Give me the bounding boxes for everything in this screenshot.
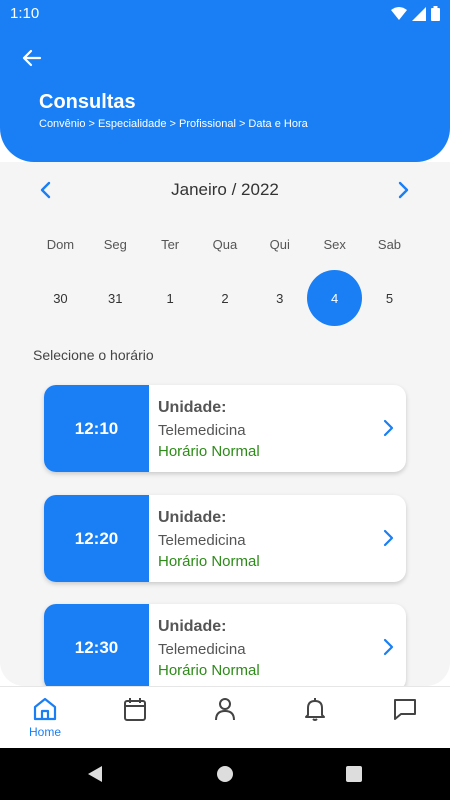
slot-unit-label: Unidade: (158, 618, 227, 635)
day-cell[interactable]: 5 (362, 270, 417, 326)
status-icons (391, 6, 440, 21)
status-time: 1:10 (10, 5, 40, 22)
slot-time: 12:10 (44, 385, 149, 472)
day-row: 30 31 1 2 3 4 5 (33, 270, 417, 326)
time-slot-card[interactable]: 12:10 Unidade: Telemedicina Horário Norm… (44, 385, 406, 472)
day-number: 2 (221, 290, 229, 306)
bell-icon (305, 698, 325, 721)
chat-icon (394, 699, 416, 720)
arrow-left-icon (22, 49, 42, 67)
day-number: 4 (307, 270, 363, 326)
home-icon (33, 697, 57, 721)
time-section-label: Selecione o horário (33, 347, 154, 363)
weekday-label: Sex (323, 237, 346, 252)
month-label: Janeiro / 2022 (171, 180, 279, 199)
slot-place: Telemedicina (158, 422, 246, 439)
slot-time: 12:30 (44, 604, 149, 686)
nav-notifications[interactable] (285, 695, 345, 723)
weekday-label: Ter (161, 237, 180, 252)
page-title: Consultas (39, 91, 136, 113)
day-number: 3 (276, 290, 284, 306)
weekday-label: Dom (46, 237, 75, 252)
nav-calendar[interactable] (105, 695, 165, 723)
day-number: 30 (53, 290, 68, 306)
day-cell[interactable]: 30 (33, 270, 88, 326)
day-cell[interactable]: 31 (88, 270, 143, 326)
slot-type: Horário Normal (158, 662, 260, 679)
slot-time: 12:20 (44, 495, 149, 582)
weekday-label: Seg (103, 237, 127, 252)
nav-home-label: Home (28, 725, 61, 739)
weekday-label: Qua (212, 237, 238, 252)
chevron-right-icon (398, 181, 409, 199)
day-cell[interactable]: 2 (198, 270, 253, 326)
status-bar: 1:10 (0, 0, 450, 28)
header: 1:10 Consultas Convênio > Especialidade … (0, 0, 450, 162)
day-number: 5 (385, 290, 394, 306)
person-icon (215, 698, 235, 721)
day-cell[interactable]: 3 (252, 270, 307, 326)
slot-type: Horário Normal (158, 443, 260, 460)
weekday-label: Sab (377, 237, 402, 252)
weekday-header: Dom Seg Ter Qua Qui Sex Sab (33, 237, 417, 252)
time-slot-card[interactable]: 12:20 Unidade: Telemedicina Horário Norm… (44, 495, 406, 582)
time-slot-card[interactable]: 12:30 Unidade: Telemedicina Horário Norm… (44, 604, 406, 686)
chevron-right-icon (383, 529, 394, 547)
slot-unit-label: Unidade: (158, 399, 227, 416)
nav-profile[interactable] (195, 695, 255, 723)
weekday-label: Qui (269, 237, 290, 252)
nav-home[interactable]: Home (15, 695, 75, 739)
day-cell[interactable]: 1 (143, 270, 198, 326)
system-navigation-bar (0, 748, 450, 800)
bottom-nav: Home (0, 686, 450, 748)
slot-place: Telemedicina (158, 532, 246, 549)
day-cell-selected[interactable]: 4 (307, 270, 363, 326)
home-circle-icon[interactable] (216, 765, 234, 783)
slot-type: Horário Normal (158, 553, 260, 570)
back-button[interactable] (18, 44, 46, 72)
back-triangle-icon[interactable] (86, 765, 104, 783)
main-content: Janeiro / 2022 Dom Seg Ter Qua Qui Sex S… (0, 162, 450, 686)
nav-messages[interactable] (375, 695, 435, 723)
slot-place: Telemedicina (158, 641, 246, 658)
chevron-right-icon (383, 638, 394, 656)
wifi-icon (391, 6, 407, 20)
slot-unit-label: Unidade: (158, 509, 227, 526)
signal-icon (412, 6, 426, 21)
chevron-right-icon (383, 419, 394, 437)
day-number: 31 (108, 290, 123, 306)
battery-icon (431, 6, 440, 21)
next-month-button[interactable] (393, 180, 413, 200)
calendar-icon (124, 698, 146, 721)
breadcrumb: Convênio > Especialidade > Profissional … (39, 118, 308, 130)
recents-square-icon[interactable] (346, 766, 362, 782)
day-number: 1 (166, 290, 174, 306)
